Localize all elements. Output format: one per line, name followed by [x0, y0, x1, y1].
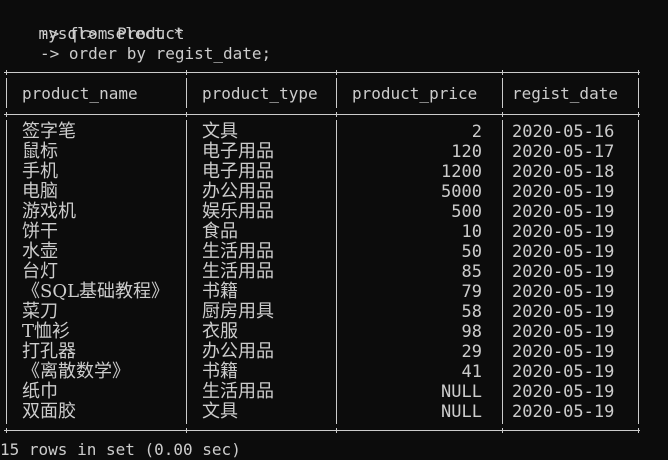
continuation-line-2: -> order by regist_date; [40, 44, 272, 63]
continuation-line-1: -> from Product [40, 24, 185, 43]
terminal-window[interactable]: mysql> select * -> from Product -> order… [0, 0, 668, 459]
column-header-product-type: product_type [202, 84, 318, 103]
body-column-divider-3 [502, 120, 503, 424]
cell-regist-date: 2020-05-19 [512, 222, 615, 242]
cell-product-price: 79 [461, 282, 482, 302]
cell-product-price: 500 [451, 202, 482, 222]
table-border-top-plus-0 [6, 70, 12, 75]
table-border-top-plus-4 [638, 70, 644, 75]
cell-product-name: 台灯 [22, 261, 58, 282]
cell-product-type: 书籍 [202, 281, 238, 302]
cell-product-type: 生活用品 [202, 261, 274, 282]
cell-regist-date: 2020-05-19 [512, 282, 615, 302]
cell-product-type: 文具 [202, 121, 238, 142]
cell-product-price: 98 [461, 322, 482, 342]
table-border-bottom [4, 430, 640, 431]
cell-regist-date: 2020-05-19 [512, 302, 615, 322]
cell-product-price: 120 [451, 142, 482, 162]
cell-product-name: 游戏机 [22, 201, 76, 222]
cell-regist-date: 2020-05-19 [512, 202, 615, 222]
table-border-bottom-plus-3 [502, 428, 508, 433]
cell-regist-date: 2020-05-18 [512, 162, 615, 182]
cell-product-name: 纸巾 [22, 381, 58, 402]
table-header-separator-plus-4 [638, 112, 644, 117]
cell-product-type: 食品 [202, 221, 238, 242]
cell-product-name: 饼干 [22, 221, 58, 242]
cell-product-name: 打孔器 [22, 341, 76, 362]
cell-regist-date: 2020-05-19 [512, 262, 615, 282]
header-column-divider-4 [638, 78, 639, 108]
cell-product-price: 29 [461, 342, 482, 362]
header-column-divider-1 [186, 78, 187, 108]
cell-product-name: 菜刀 [22, 301, 58, 322]
cell-regist-date: 2020-05-19 [512, 382, 615, 402]
cell-regist-date: 2020-05-19 [512, 402, 615, 422]
table-border-bottom-plus-0 [6, 428, 12, 433]
cell-regist-date: 2020-05-19 [512, 362, 615, 382]
cell-product-type: 电子用品 [202, 141, 274, 162]
cell-regist-date: 2020-05-16 [512, 122, 615, 142]
table-border-bottom-plus-2 [336, 428, 342, 433]
table-header-separator-plus-2 [336, 112, 342, 117]
cell-product-price: 85 [461, 262, 482, 282]
table-header-separator-plus-1 [186, 112, 192, 117]
cell-product-type: 办公用品 [202, 341, 274, 362]
table-border-top-plus-1 [186, 70, 192, 75]
table-border-top-plus-2 [336, 70, 342, 75]
cell-product-type: 厨房用具 [202, 301, 274, 322]
cell-product-name: 电脑 [22, 181, 58, 202]
cell-product-name: 鼠标 [22, 141, 58, 162]
cell-product-name: 签字笔 [22, 121, 76, 142]
cell-product-price: 5000 [441, 182, 482, 202]
header-column-divider-3 [502, 78, 503, 108]
cell-product-type: 办公用品 [202, 181, 274, 202]
column-header-product-price: product_price [352, 84, 478, 103]
column-header-product-name: product_name [22, 84, 138, 103]
table-header-separator-plus-0 [6, 112, 12, 117]
cell-regist-date: 2020-05-19 [512, 342, 615, 362]
cell-product-type: 文具 [202, 401, 238, 422]
cell-product-name: 水壶 [22, 241, 58, 262]
cell-product-type: 书籍 [202, 361, 238, 382]
cell-product-name: 《离散数学》 [22, 361, 130, 382]
table-border-top-plus-3 [502, 70, 508, 75]
cell-product-type: 娱乐用品 [202, 201, 274, 222]
cell-product-price: 1200 [441, 162, 482, 182]
table-border-bottom-plus-4 [638, 428, 644, 433]
table-header-separator-plus-3 [502, 112, 508, 117]
cell-regist-date: 2020-05-19 [512, 322, 615, 342]
cell-product-price: 2 [471, 122, 482, 142]
header-column-divider-0 [6, 78, 7, 108]
cell-product-name: 手机 [22, 161, 58, 182]
body-column-divider-0 [6, 120, 7, 424]
table-border-bottom-plus-1 [186, 428, 192, 433]
cell-product-price: 41 [461, 362, 482, 382]
cell-product-price: 58 [461, 302, 482, 322]
cell-regist-date: 2020-05-19 [512, 242, 615, 262]
table-header-separator [4, 114, 640, 115]
header-column-divider-2 [336, 78, 337, 108]
cell-product-type: 生活用品 [202, 381, 274, 402]
cell-product-type: 生活用品 [202, 241, 274, 262]
body-column-divider-4 [638, 120, 639, 424]
cell-product-name: 《SQL基础教程》 [22, 281, 170, 302]
cell-product-price: 50 [461, 242, 482, 262]
cell-product-name: T恤衫 [22, 321, 71, 342]
cell-regist-date: 2020-05-17 [512, 142, 615, 162]
cell-product-price: 10 [461, 222, 482, 242]
cell-product-type: 衣服 [202, 321, 238, 342]
cell-product-price: NULL [441, 382, 482, 402]
column-header-regist-date: regist_date [512, 84, 618, 103]
cell-product-type: 电子用品 [202, 161, 274, 182]
rows-in-set-footer: 15 rows in set (0.00 sec) [0, 440, 241, 459]
prompt-line: mysql> select * [0, 4, 184, 43]
cell-product-name: 双面胶 [22, 401, 76, 422]
table-border-top [4, 72, 640, 73]
body-column-divider-1 [186, 120, 187, 424]
cell-product-price: NULL [441, 402, 482, 422]
cell-regist-date: 2020-05-19 [512, 182, 615, 202]
